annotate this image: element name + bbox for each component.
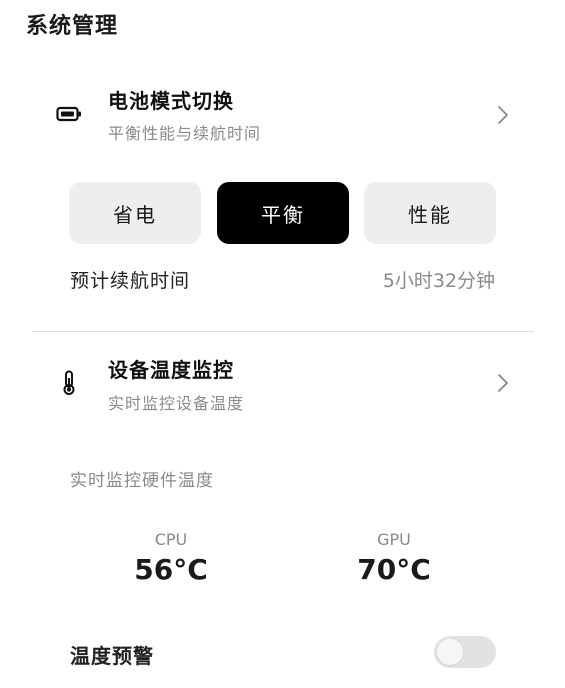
battery-mode-row[interactable]: 电池模式切换 平衡性能与续航时间 xyxy=(0,80,565,150)
gpu-value: 70°C xyxy=(357,553,431,586)
section-divider xyxy=(32,331,534,332)
temperature-alert-toggle[interactable] xyxy=(434,636,496,668)
temperature-monitor-row[interactable]: 设备温度监控 实时监控设备温度 xyxy=(0,350,565,420)
temperature-monitor-title: 设备温度监控 xyxy=(108,358,234,382)
battery-estimate-label: 预计续航时间 xyxy=(70,270,191,292)
hardware-temperature-label: 实时监控硬件温度 xyxy=(70,471,214,491)
temperature-monitor-subtitle: 实时监控设备温度 xyxy=(108,394,245,413)
mode-button-performance[interactable]: 性能 xyxy=(364,182,496,244)
temperature-alert-label: 温度预警 xyxy=(70,644,154,668)
battery-mode-title: 电池模式切换 xyxy=(108,89,234,113)
mode-button-balanced[interactable]: 平衡 xyxy=(217,182,349,244)
battery-icon xyxy=(56,101,82,127)
gpu-label: GPU xyxy=(377,530,411,549)
cpu-label: CPU xyxy=(154,530,188,549)
battery-mode-subtitle: 平衡性能与续航时间 xyxy=(108,124,262,143)
battery-estimate-value: 5小时32分钟 xyxy=(382,270,495,292)
thermometer-icon xyxy=(56,370,82,396)
chevron-right-icon xyxy=(494,372,512,394)
gpu-temperature: GPU 70°C xyxy=(324,530,464,586)
chevron-right-icon xyxy=(494,104,512,126)
cpu-value: 56°C xyxy=(134,553,208,586)
toggle-knob xyxy=(437,639,463,665)
cpu-temperature: CPU 56°C xyxy=(101,530,241,586)
mode-button-power-saving[interactable]: 省电 xyxy=(69,182,201,244)
section-title: 系统管理 xyxy=(26,14,119,39)
